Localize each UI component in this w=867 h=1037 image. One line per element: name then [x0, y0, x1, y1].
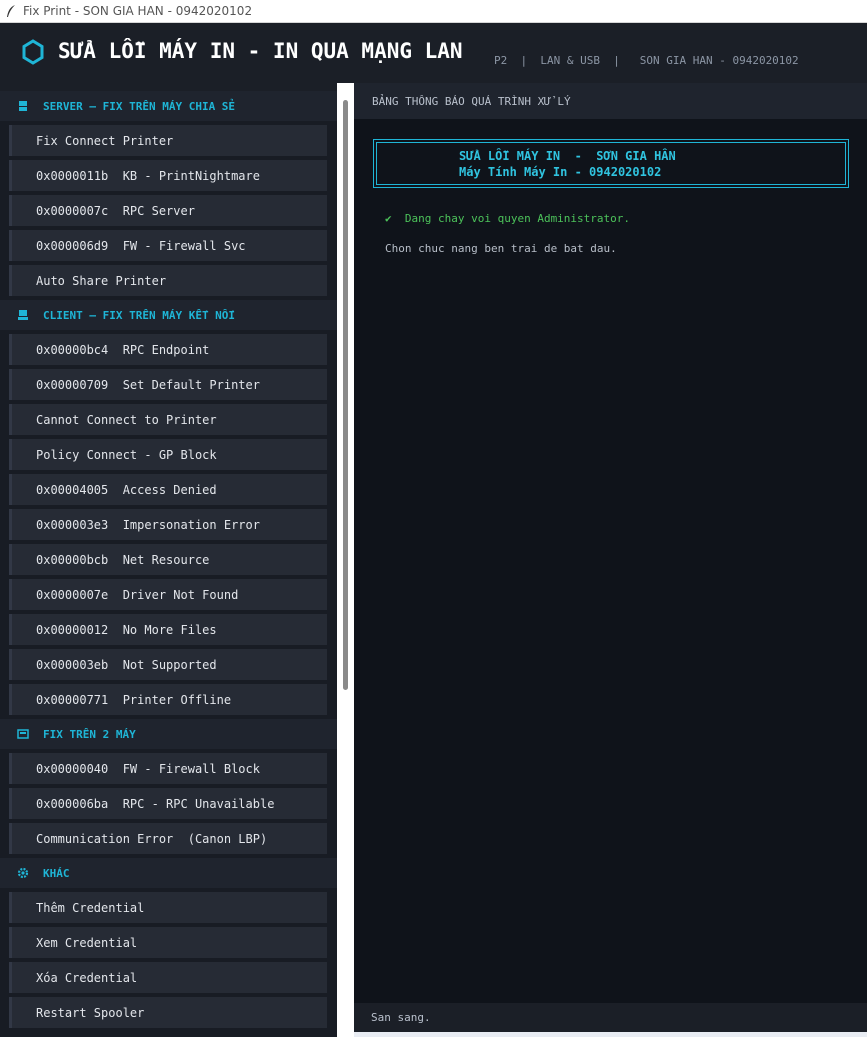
- header-meta-separator: |: [599, 54, 640, 67]
- sidebar-action-button[interactable]: 0x00000709 Set Default Printer: [9, 369, 327, 400]
- server-icon: [17, 100, 29, 112]
- sidebar-action-button[interactable]: Auto Share Printer: [9, 265, 327, 296]
- sidebar-section-title: FIX TRÊN 2 MÁY: [43, 727, 136, 741]
- header-meta-mode: LAN & USB: [540, 54, 600, 67]
- sidebar-action-button[interactable]: 0x0000011b KB - PrintNightmare: [9, 160, 327, 191]
- feather-icon: [5, 4, 17, 18]
- banner-line-2: Máy Tính Máy In - 0942020102: [459, 165, 662, 179]
- header-meta-version: P2: [494, 54, 508, 67]
- log-admin-message: ✔ Dang chay voi quyen Administrator.: [385, 212, 631, 225]
- two-machines-icon: [17, 728, 29, 740]
- sidebar-action-button[interactable]: 0x000006ba RPC - RPC Unavailable: [9, 788, 327, 819]
- sidebar-action-button[interactable]: Xem Credential: [9, 927, 327, 958]
- sidebar-section-header: KHÁC: [0, 858, 337, 888]
- header-meta-separator: |: [507, 54, 541, 67]
- sidebar-action-button[interactable]: Communication Error (Canon LBP): [9, 823, 327, 854]
- sidebar-action-button[interactable]: 0x0000007c RPC Server: [9, 195, 327, 226]
- window-title: Fix Print - SON GIA HAN - 0942020102: [23, 4, 253, 18]
- sidebar-section-items: 0x00000040 FW - Firewall Block 0x000006ba…: [0, 753, 337, 858]
- sidebar-section-header: FIX TRÊN 2 MÁY: [0, 719, 337, 749]
- sidebar-section-items: Thêm Credential Xem Credential Xóa Credent…: [0, 892, 337, 1032]
- log-panel: BẢNG THÔNG BÁO QUÁ TRÌNH XỬ LÝ SỬA LỖI M…: [354, 83, 867, 1037]
- sidebar-action-button[interactable]: 0x000003eb Not Supported: [9, 649, 327, 680]
- status-bar: San sang.: [354, 1003, 867, 1032]
- window-titlebar: Fix Print - SON GIA HAN - 0942020102: [0, 0, 867, 23]
- sidebar-section-header: SERVER – FIX TRÊN MÁY CHIA SẺ: [0, 91, 337, 121]
- sidebar-section-items: 0x00000bc4 RPC Endpoint 0x00000709 Set De…: [0, 334, 337, 719]
- header-meta-author: SON GIA HAN - 0942020102: [639, 54, 799, 67]
- sidebar-action-button[interactable]: 0x00000bcb Net Resource: [9, 544, 327, 575]
- sidebar-section-header: CLIENT – FIX TRÊN MÁY KẾT NỐI: [0, 300, 337, 330]
- app-title: SỬA LỖI MÁY IN - IN QUA MẠNG LAN: [58, 39, 463, 63]
- sidebar-action-button[interactable]: 0x000003e3 Impersonation Error: [9, 509, 327, 540]
- sidebar-action-button[interactable]: Restart Spooler: [9, 997, 327, 1028]
- hexagon-icon: [21, 39, 45, 65]
- header-meta: P2 | LAN & USB | SON GIA HAN - 094202010…: [494, 54, 799, 67]
- sidebar-scroll-thumb[interactable]: [343, 100, 348, 690]
- banner-line-1: SỬA LỖI MÁY IN - SƠN GIA HÂN: [459, 149, 676, 163]
- client-icon: [17, 309, 29, 321]
- sidebar-action-button[interactable]: 0x00000bc4 RPC Endpoint: [9, 334, 327, 365]
- sidebar-action-button[interactable]: 0x00000040 FW - Firewall Block: [9, 753, 327, 784]
- sidebar-action-button[interactable]: 0x00004005 Access Denied: [9, 474, 327, 505]
- sidebar-action-button[interactable]: 0x0000007e Driver Not Found: [9, 579, 327, 610]
- sidebar-section-items: Fix Connect Printer 0x0000011b KB - Print…: [0, 125, 337, 300]
- app-header: SỬA LỖI MÁY IN - IN QUA MẠNG LAN P2 | LA…: [0, 23, 867, 83]
- sidebar-action-button[interactable]: Thêm Credential: [9, 892, 327, 923]
- sidebar-action-button[interactable]: Fix Connect Printer: [9, 125, 327, 156]
- sidebar-section-title: KHÁC: [43, 866, 70, 880]
- log-hint-message: Chon chuc nang ben trai de bat dau.: [385, 242, 617, 255]
- sidebar-section-title: CLIENT – FIX TRÊN MÁY KẾT NỐI: [43, 308, 236, 322]
- gear-icon: [17, 867, 29, 879]
- log-panel-title: BẢNG THÔNG BÁO QUÁ TRÌNH XỬ LÝ: [354, 83, 867, 119]
- sidebar-action-button[interactable]: 0x00000012 No More Files: [9, 614, 327, 645]
- sidebar-action-button[interactable]: 0x00000771 Printer Offline: [9, 684, 327, 715]
- log-banner: SỬA LỖI MÁY IN - SƠN GIA HÂN Máy Tính Má…: [373, 139, 849, 188]
- window-bottom-edge: [354, 1032, 867, 1037]
- sidebar: SERVER – FIX TRÊN MÁY CHIA SẺ Fix Connect…: [0, 91, 337, 1037]
- sidebar-action-button[interactable]: Cannot Connect to Printer: [9, 404, 327, 435]
- sidebar-action-button[interactable]: Xóa Credential: [9, 962, 327, 993]
- sidebar-section-title: SERVER – FIX TRÊN MÁY CHIA SẺ: [43, 99, 236, 113]
- sidebar-action-button[interactable]: Policy Connect - GP Block: [9, 439, 327, 470]
- sidebar-action-button[interactable]: 0x000006d9 FW - Firewall Svc: [9, 230, 327, 261]
